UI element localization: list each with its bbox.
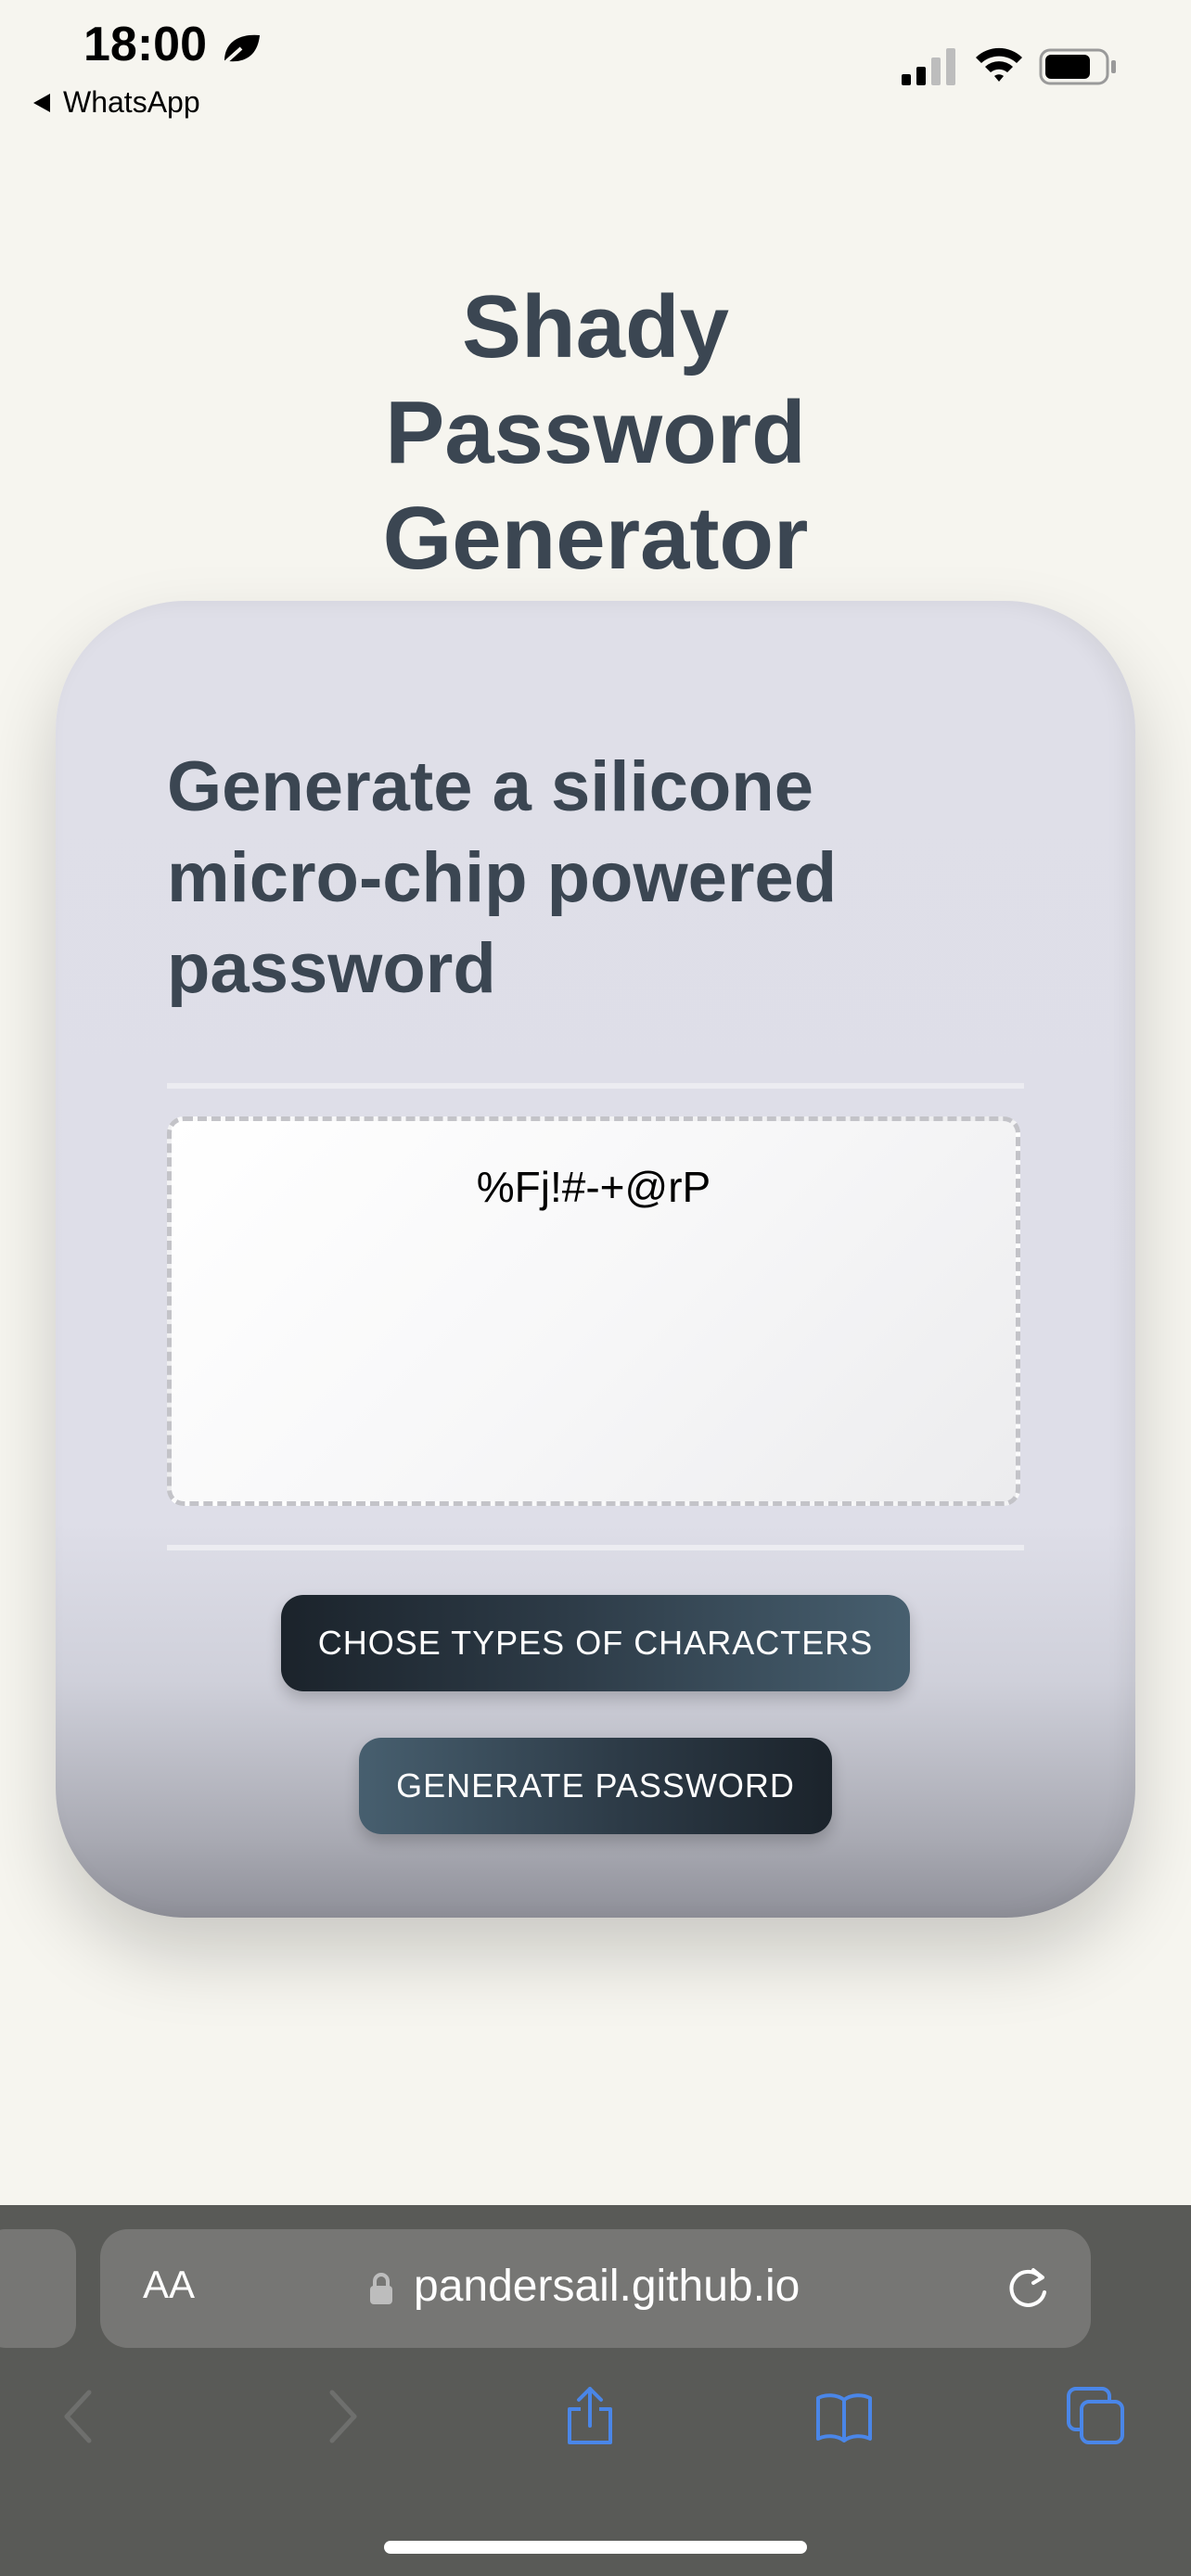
back-icon[interactable] — [52, 2387, 111, 2446]
page-title: Shady Password Generator — [382, 277, 809, 588]
bookmarks-icon[interactable] — [814, 2387, 874, 2446]
leaf-icon — [221, 34, 260, 67]
bottom-divider — [167, 1545, 1024, 1550]
card-heading: Generate a silicone micro-chip powered p… — [167, 747, 838, 1008]
password-output[interactable]: %Fj!#-+@rP — [167, 1116, 1020, 1506]
password-text: %Fj!#-+@rP — [476, 1163, 711, 1211]
previous-tab-preview[interactable] — [0, 2229, 76, 2348]
lock-icon — [370, 2273, 392, 2304]
back-to-app-link[interactable]: WhatsApp — [33, 85, 200, 120]
home-indicator[interactable] — [384, 2541, 807, 2554]
address-bar[interactable]: AA pandersail.github.io — [100, 2229, 1091, 2348]
forward-icon[interactable] — [310, 2387, 369, 2446]
url-text: pandersail.github.io — [414, 2262, 800, 2311]
reload-icon[interactable] — [1004, 2264, 1052, 2313]
share-icon[interactable] — [560, 2387, 620, 2446]
back-app-label: WhatsApp — [63, 85, 200, 119]
status-time: 18:00 — [83, 18, 207, 71]
top-divider — [167, 1083, 1024, 1089]
battery-icon — [1039, 48, 1116, 85]
back-arrow-icon — [33, 93, 50, 112]
wifi-icon — [976, 47, 1022, 82]
cellular-signal-icon — [902, 48, 955, 85]
generate-password-button[interactable]: GENERATE PASSWORD — [359, 1738, 832, 1834]
tabs-icon[interactable] — [1067, 2387, 1126, 2446]
chose-character-types-button[interactable]: CHOSE TYPES OF CHARACTERS — [281, 1595, 910, 1691]
browser-bottom-bar: AA pandersail.github.io — [0, 2205, 1191, 2576]
text-size-button[interactable]: AA — [143, 2263, 195, 2307]
generator-card: Generate a silicone micro-chip powered p… — [56, 601, 1135, 1918]
